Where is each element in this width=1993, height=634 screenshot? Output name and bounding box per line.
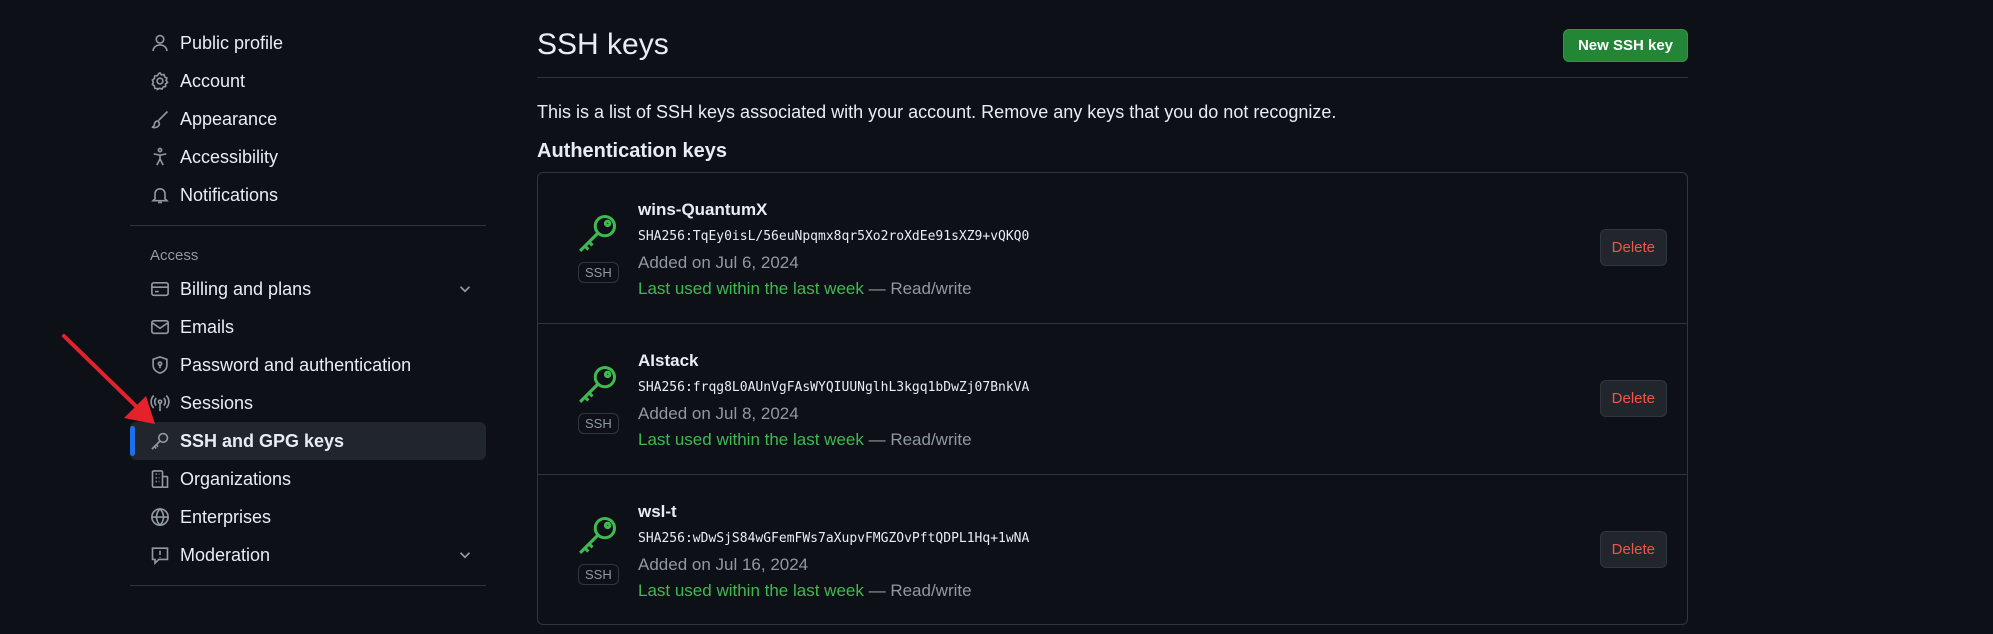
key-last-used: Last used within the last week — [638, 279, 864, 298]
broadcast-icon — [150, 393, 170, 413]
key-fingerprint: SHA256:wDwSjS84wGFemFWs7aXupvFMGZOvPftQD… — [638, 531, 1030, 546]
sidebar-divider — [130, 585, 486, 586]
sidebar-item-moderation[interactable]: Moderation — [130, 536, 486, 574]
sidebar-item-label: Password and authentication — [180, 354, 412, 375]
sidebar-item-enterprises[interactable]: Enterprises — [130, 498, 486, 536]
key-usage: Last used within the last week — Read/wr… — [638, 279, 972, 299]
bell-icon — [150, 185, 170, 205]
keys-list: SSH wins-QuantumX SHA256:TqEy0isL/56euNp… — [537, 172, 1688, 625]
page-title: SSH keys — [537, 28, 669, 61]
sidebar-item-sessions[interactable]: Sessions — [130, 384, 486, 422]
key-fingerprint: SHA256:TqEy0isL/56euNpqmx8qr5Xo2roXdEe91… — [638, 229, 1030, 244]
report-icon — [150, 545, 170, 565]
sidebar-section-access: Access — [150, 247, 199, 264]
sidebar-item-billing[interactable]: Billing and plans — [130, 270, 486, 308]
key-last-used: Last used within the last week — [638, 581, 864, 600]
globe-icon — [150, 507, 170, 527]
sidebar-item-label: Account — [180, 70, 246, 91]
key-added-date: Added on Jul 6, 2024 — [638, 253, 799, 272]
paintbrush-icon — [150, 109, 170, 129]
sidebar-item-label: Enterprises — [180, 506, 272, 527]
intro-text: This is a list of SSH keys associated wi… — [537, 102, 1337, 122]
list-item: SSH wsl-t SHA256:wDwSjS84wGFemFWs7aXupvF… — [538, 475, 1687, 626]
key-last-used: Last used within the last week — [638, 430, 864, 449]
key-icon — [579, 365, 617, 403]
key-added-date: Added on Jul 16, 2024 — [638, 555, 809, 574]
section-title: Authentication keys — [537, 140, 728, 162]
sidebar-item-label: SSH and GPG keys — [180, 430, 345, 451]
key-access: — Read/write — [868, 430, 972, 449]
list-item: SSH wins-QuantumX SHA256:TqEy0isL/56euNp… — [538, 173, 1687, 324]
key-fingerprint: SHA256:frqg8L0AUnVgFAsWYQIUUNglhL3kgq1bD… — [638, 380, 1030, 395]
chevron-down-icon[interactable] — [456, 546, 474, 564]
sidebar-item-label: Appearance — [180, 108, 278, 129]
key-usage: Last used within the last week — Read/wr… — [638, 430, 972, 450]
chevron-down-icon[interactable] — [456, 280, 474, 298]
accessibility-icon — [150, 147, 170, 167]
sidebar-item-account[interactable]: Account — [130, 62, 486, 100]
key-icon — [150, 431, 170, 451]
person-icon — [150, 33, 170, 53]
key-icon — [579, 516, 617, 554]
credit-card-icon — [150, 279, 170, 299]
key-access: — Read/write — [868, 581, 972, 600]
key-icon — [579, 214, 617, 252]
sidebar-item-label: Sessions — [180, 392, 254, 413]
sidebar-item-notifications[interactable]: Notifications — [130, 176, 486, 214]
key-type-label: SSH — [578, 564, 619, 585]
sidebar-item-label: Billing and plans — [180, 278, 312, 299]
sidebar-item-organizations[interactable]: Organizations — [130, 460, 486, 498]
settings-sidebar: Public profile Account Appearance Access… — [130, 0, 486, 586]
key-title: wsl-t — [638, 502, 677, 521]
sidebar-item-appearance[interactable]: Appearance — [130, 100, 486, 138]
sidebar-item-ssh-gpg-keys[interactable]: SSH and GPG keys — [130, 422, 486, 460]
delete-button[interactable]: Delete — [1599, 531, 1667, 568]
key-title: AIstack — [638, 351, 699, 370]
gear-icon — [150, 71, 170, 91]
shield-lock-icon — [150, 355, 170, 375]
sidebar-item-label: Public profile — [180, 32, 284, 53]
key-type-label: SSH — [578, 262, 619, 283]
delete-button[interactable]: Delete — [1599, 380, 1667, 417]
sidebar-item-password-auth[interactable]: Password and authentication — [130, 346, 486, 384]
key-added-date: Added on Jul 8, 2024 — [638, 404, 799, 423]
list-item: SSH AIstack SHA256:frqg8L0AUnVgFAsWYQIUU… — [538, 324, 1687, 475]
new-ssh-key-button[interactable]: New SSH key — [1562, 29, 1688, 62]
sidebar-item-label: Moderation — [180, 544, 271, 565]
sidebar-item-label: Organizations — [180, 468, 292, 489]
key-type-label: SSH — [578, 413, 619, 434]
sidebar-item-public-profile[interactable]: Public profile — [130, 24, 486, 62]
sidebar-item-emails[interactable]: Emails — [130, 308, 486, 346]
organization-icon — [150, 469, 170, 489]
title-divider — [537, 77, 1688, 78]
key-usage: Last used within the last week — Read/wr… — [638, 581, 972, 601]
sidebar-item-label: Emails — [180, 316, 235, 337]
key-title: wins-QuantumX — [638, 200, 768, 219]
mail-icon — [150, 317, 170, 337]
sidebar-item-label: Notifications — [180, 184, 279, 205]
key-access: — Read/write — [868, 279, 972, 298]
delete-button[interactable]: Delete — [1599, 229, 1667, 266]
sidebar-item-label: Accessibility — [180, 146, 279, 167]
sidebar-item-accessibility[interactable]: Accessibility — [130, 138, 486, 176]
